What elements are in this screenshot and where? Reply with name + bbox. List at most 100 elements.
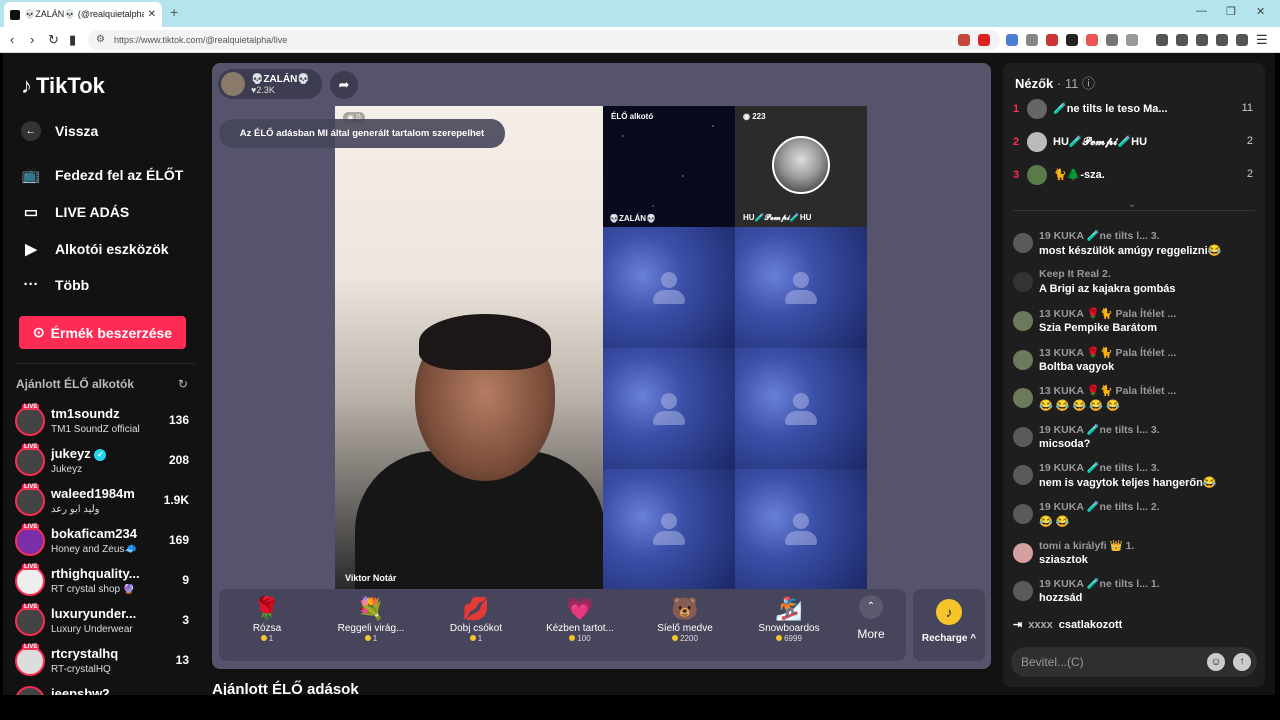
empty-slot[interactable]	[603, 227, 735, 348]
chat-message[interactable]: 13 KUKA 🌹🐈 Pala Ítélet ... Boltba vagyok	[1013, 346, 1261, 382]
get-coins-button[interactable]: ⊙ Érmék beszerzése	[19, 316, 186, 349]
creator-item[interactable]: LIVE tm1soundz TM1 SoundZ official 136	[13, 404, 193, 440]
info-icon[interactable]: ⓘ	[1082, 76, 1095, 91]
empty-slot[interactable]	[603, 348, 735, 469]
nav-label: Fedezd fel az ÉLŐT	[55, 167, 184, 183]
left-sidebar: ♪ TikTok ← Vissza 📺 Fedezd fel az ÉLŐT ▭…	[3, 53, 208, 695]
empty-slot[interactable]	[735, 227, 867, 348]
creator-name: luxuryunder...	[51, 606, 137, 621]
nav-live-broadcast[interactable]: ▭ LIVE ADÁS	[21, 203, 129, 221]
creator-item[interactable]: LIVE luxuryunder... Luxury Underwear 3	[13, 604, 193, 640]
music-icon[interactable]	[1156, 34, 1168, 46]
translate-icon[interactable]	[1006, 34, 1018, 46]
minimize-icon[interactable]: —	[1196, 5, 1207, 17]
gift-item[interactable]: 💗 Kézben tartot... 100	[532, 595, 628, 655]
chat-message[interactable]: 19 KUKA 🧪ne tilts l... 2. 😂 😂	[1013, 500, 1261, 536]
gift-item[interactable]: 🐻 Síelő medve 2200	[637, 595, 733, 655]
menu-icon[interactable]: ☰	[1256, 32, 1268, 48]
url-text: https://www.tiktok.com/@realquietalpha/l…	[114, 35, 288, 45]
creator-item[interactable]: jeepsbw2	[13, 684, 193, 695]
ai-icon[interactable]	[1216, 34, 1228, 46]
close-tab-icon[interactable]: ✕	[148, 9, 156, 20]
wallet-icon[interactable]	[1196, 34, 1208, 46]
main-video[interactable]: ◉ 0 Viktor Notár	[335, 106, 603, 589]
avatar	[1013, 427, 1033, 447]
empty-slot[interactable]	[735, 469, 867, 589]
creator-name: rtcrystalhq	[51, 646, 119, 661]
avatar	[1013, 465, 1033, 485]
chat-message[interactable]: 19 KUKA 🧪ne tilts l... 3. nem is vagytok…	[1013, 461, 1261, 497]
shield-icon[interactable]	[1236, 34, 1248, 46]
gift-item[interactable]: 💋 Dobj csókot 1	[428, 595, 524, 655]
back-label: Vissza	[55, 123, 99, 139]
chat-panel: Nézők · 11 ⓘ 1 🧪ne tilts le teso Ma... 1…	[1003, 63, 1265, 687]
chat-message[interactable]: 13 KUKA 🌹🐈 Pala Ítélet ... Szia Pempike …	[1013, 307, 1261, 343]
chat-message[interactable]: 19 KUKA 🧪ne tilts l... 1. hozzsád	[1013, 577, 1261, 613]
nav-more[interactable]: ··· Több	[21, 276, 90, 293]
chat-input[interactable]: Bevitel...(C) ☺ ↑	[1011, 647, 1257, 677]
top-viewer-item[interactable]: 2 HU🧪𝓟𝓮𝓶𝓹𝓲🧪HU 2	[1013, 130, 1257, 154]
url-field[interactable]: ⚙ https://www.tiktok.com/@realquietalpha…	[88, 30, 1000, 50]
sidebar-icon[interactable]	[1176, 34, 1188, 46]
creator-item[interactable]: LIVE rtcrystalhq RT-crystalHQ 13	[13, 644, 193, 680]
more-gifts-button[interactable]: ⌃ More	[846, 595, 896, 641]
viewer-count: 13	[175, 653, 189, 667]
refresh-icon[interactable]: ↻	[178, 377, 188, 391]
guest-slot[interactable]: ◉ 223 HU🧪𝓟𝓮𝓶𝓹𝓲🧪HU	[735, 106, 867, 227]
browser-tab-bar: 💀ZALÁN💀 (@realquietalpha... ✕ + — ❐ ✕	[0, 0, 1280, 27]
close-window-icon[interactable]: ✕	[1256, 5, 1265, 18]
creator-item[interactable]: LIVE bokaficam234 Honey and Zeus🧢 169	[13, 524, 193, 560]
emoji-icon[interactable]: ☺	[1207, 653, 1225, 671]
nav-creator-tools[interactable]: ▶ Alkotói eszközök	[21, 240, 168, 258]
chat-message[interactable]: tomi a királyfi 👑 1. sziasztok	[1013, 539, 1261, 575]
extension-icon[interactable]	[1026, 34, 1038, 46]
top-viewer-item[interactable]: 3 🐈🌲-sza. 2	[1013, 163, 1257, 187]
reload-icon[interactable]: ↻	[48, 32, 59, 48]
viewers-header[interactable]: Nézők · 11 ⓘ	[1015, 73, 1095, 92]
message-text: A Brigi az kajakra gombás	[1039, 283, 1176, 295]
back-link[interactable]: ← Vissza	[21, 121, 98, 141]
guest-avatar	[772, 136, 830, 194]
extension-icon[interactable]	[1126, 34, 1138, 46]
extension-icon[interactable]	[1106, 34, 1118, 46]
chat-message[interactable]: 13 KUKA 🌹🐈 Pala Ítélet ... 😂 😂 😂 😂 😂	[1013, 384, 1261, 420]
extension-icon[interactable]	[1086, 34, 1098, 46]
empty-slot[interactable]	[603, 469, 735, 589]
creator-item[interactable]: LIVE jukeyz ✓ Jukeyz 208	[13, 444, 193, 480]
person-placeholder-icon	[781, 268, 821, 308]
browser-tab[interactable]: 💀ZALÁN💀 (@realquietalpha... ✕	[4, 2, 162, 27]
chat-message[interactable]: Keep It Real 2. A Brigi az kajakra gombá…	[1013, 268, 1261, 304]
nav-explore-live[interactable]: 📺 Fedezd fel az ÉLŐT	[21, 166, 184, 184]
maximize-icon[interactable]: ❐	[1226, 5, 1236, 18]
gift-item[interactable]: 💐 Reggeli virág... 1	[323, 595, 419, 655]
chat-message[interactable]: 19 KUKA 🧪ne tilts l... 3. most készülök …	[1013, 229, 1261, 265]
host-info[interactable]: 💀ZALÁN💀 ♥2.3K	[218, 69, 322, 99]
site-info-icon[interactable]: ⚙	[96, 30, 105, 50]
forward-icon[interactable]: ›	[30, 32, 34, 47]
new-tab-icon[interactable]: +	[170, 4, 178, 20]
extension-icon[interactable]	[1046, 34, 1058, 46]
creator-item[interactable]: LIVE waleed1984m وليد ابو رعد 1.9K	[13, 484, 193, 520]
guest-slot[interactable]: ÉLŐ alkotó 💀ZALÁN💀	[603, 106, 735, 227]
gift-item[interactable]: 🏂 Snowboardos 6999	[741, 595, 837, 655]
empty-slot[interactable]	[735, 348, 867, 469]
top-viewer-item[interactable]: 1 🧪ne tilts le teso Ma... 11	[1013, 97, 1257, 121]
tiktok-logo[interactable]: ♪ TikTok	[21, 73, 105, 99]
extension-icon[interactable]	[978, 34, 990, 46]
creator-name: waleed1984m	[51, 486, 135, 501]
recharge-button[interactable]: ♪ Recharge ^	[913, 589, 985, 661]
bookmark-icon[interactable]: ▮	[69, 32, 76, 48]
heart-hands-icon: 💗	[566, 596, 594, 621]
chat-message[interactable]: 19 KUKA 🧪ne tilts l... 3. micsoda?	[1013, 423, 1261, 459]
chevron-down-icon[interactable]: ⌄	[1128, 199, 1136, 210]
back-icon[interactable]: ‹	[10, 32, 14, 47]
extension-icon[interactable]	[1066, 34, 1078, 46]
send-icon[interactable]: ↑	[1233, 653, 1251, 671]
share-icon[interactable]: ➦	[330, 71, 358, 99]
extension-icon[interactable]	[958, 34, 970, 46]
tiktok-page: ♪ TikTok ← Vissza 📺 Fedezd fel az ÉLŐT ▭…	[3, 53, 1275, 695]
message-text: sziasztok	[1039, 554, 1088, 566]
gift-item[interactable]: 🌹 Rózsa 1	[219, 595, 315, 655]
creator-item[interactable]: LIVE rthighquality... RT crystal shop 🔮 …	[13, 564, 193, 600]
message-meta: 13 KUKA 🌹🐈 Pala Ítélet ...	[1039, 347, 1177, 359]
